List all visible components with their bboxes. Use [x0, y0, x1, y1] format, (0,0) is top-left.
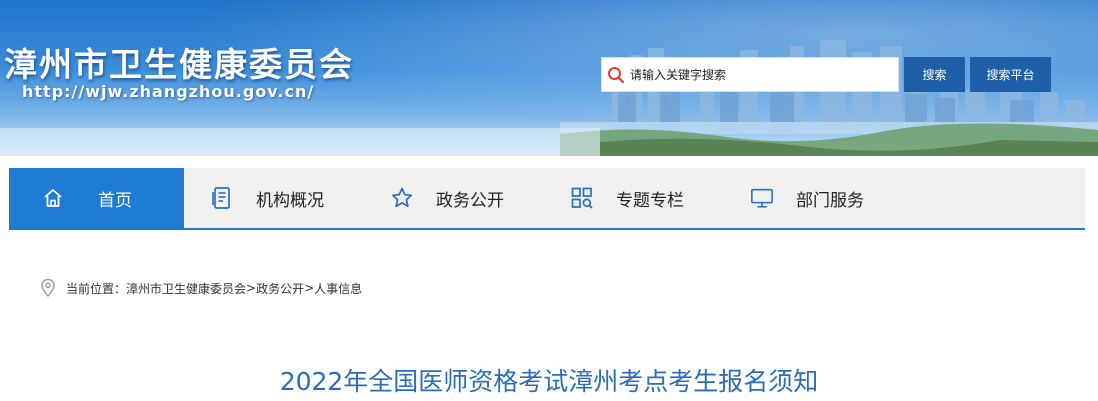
nav-label-special-topics: 专题专栏	[616, 190, 684, 211]
home-icon	[41, 186, 65, 210]
search-input[interactable]	[630, 59, 890, 90]
nav-item-about[interactable]: 机构概况	[184, 168, 364, 228]
nav-item-government-affairs[interactable]: 政务公开	[364, 168, 544, 228]
site-banner: 漳州市卫生健康委员会 http://wjw.zhangzhou.gov.cn/ …	[0, 0, 1098, 156]
nav-label-government-affairs: 政务公开	[436, 190, 504, 211]
article-title: 2022年全国医师资格考试漳州考点考生报名须知	[279, 367, 819, 396]
search-box	[601, 57, 899, 92]
breadcrumb: 当前位置： 漳州市卫生健康委员会 > 政务公开 > 人事信息	[40, 278, 362, 298]
nav-label-home: 首页	[98, 190, 132, 211]
nav-item-special-topics[interactable]: 专题专栏	[544, 168, 719, 228]
nav-label-about: 机构概况	[256, 190, 324, 211]
breadcrumb-separator: >	[246, 281, 257, 295]
site-url[interactable]: http://wjw.zhangzhou.gov.cn/	[22, 82, 314, 101]
nav-label-department-services: 部门服务	[796, 190, 864, 211]
search-platform-button[interactable]: 搜索平台	[970, 57, 1051, 92]
site-title: 漳州市卫生健康委员会	[4, 45, 354, 84]
main-nav: 首页 机构概况 政务公开 专题专栏 部门服务	[9, 168, 1085, 230]
nav-item-home[interactable]: 首页	[9, 168, 184, 228]
breadcrumb-link-home[interactable]: 漳州市卫生健康委员会	[126, 280, 246, 297]
grid-search-icon	[570, 186, 594, 210]
star-icon	[390, 186, 414, 210]
search-button[interactable]: 搜索	[904, 57, 965, 92]
breadcrumb-link-personnel-info[interactable]: 人事信息	[314, 280, 362, 297]
search-icon	[602, 57, 630, 92]
monitor-icon	[750, 186, 774, 210]
location-pin-icon	[40, 278, 58, 298]
document-icon	[210, 186, 234, 210]
nav-item-department-services[interactable]: 部门服务	[719, 168, 909, 228]
breadcrumb-separator: >	[304, 281, 315, 295]
breadcrumb-prefix: 当前位置：	[66, 281, 127, 296]
breadcrumb-link-government-affairs[interactable]: 政务公开	[256, 280, 304, 297]
